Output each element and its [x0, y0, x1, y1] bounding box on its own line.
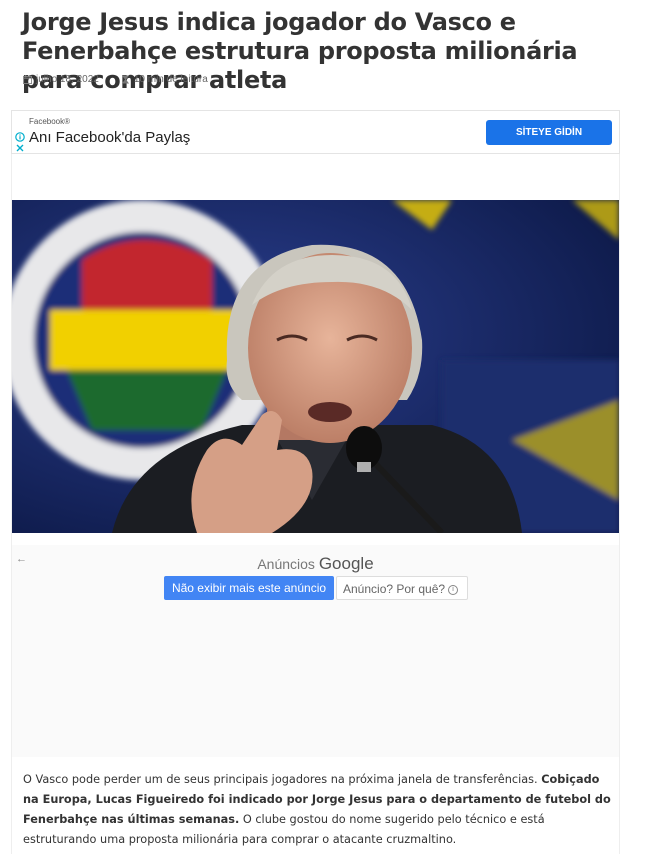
article-paragraph: O Vasco pode perder um de seus principai…: [23, 773, 611, 846]
facebook-ad-banner[interactable]: Facebook® Anı Facebook'da Paylaş SİTEYE …: [11, 110, 620, 154]
hide-ad-button[interactable]: Não exibir mais este anúncio: [164, 576, 334, 600]
google-ad-feedback: ← Anúncios Google Não exibir mais este a…: [12, 545, 619, 757]
article-meta: julho 18, 2022 10 min de leitura: [23, 72, 208, 86]
article-photo: [12, 200, 619, 533]
read-time: 10 min de leitura: [133, 73, 208, 85]
ads-by-google-label: Anúncios Google: [257, 554, 374, 573]
why-ad-button[interactable]: Anúncio? Por quê? i: [336, 576, 468, 600]
info-icon: i: [448, 584, 459, 595]
info-icon[interactable]: [15, 132, 25, 142]
calendar-icon: [23, 74, 32, 84]
close-icon[interactable]: [15, 143, 25, 153]
ad-cta-button[interactable]: SİTEYE GİDİN: [486, 120, 612, 145]
article-date: julho 18, 2022: [36, 73, 99, 85]
ad-sponsor: Facebook®: [29, 117, 71, 126]
ad-headline[interactable]: Anı Facebook'da Paylaş: [29, 129, 190, 146]
hourglass-icon: [121, 74, 129, 84]
